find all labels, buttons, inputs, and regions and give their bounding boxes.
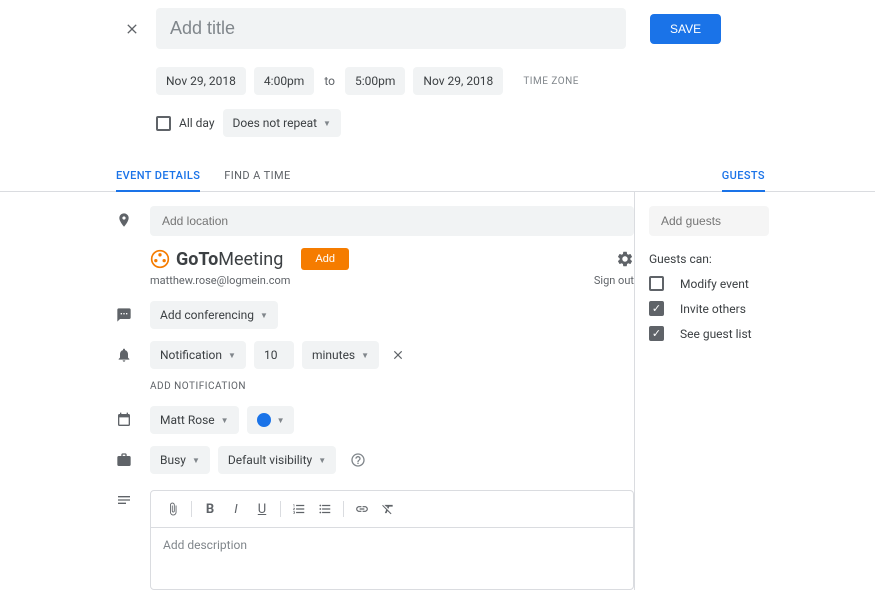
close-icon [391,348,405,362]
gotomeeting-logo: GoToMeeting [150,249,283,270]
notification-unit-label: minutes [312,348,355,362]
bold-button[interactable]: B [198,497,222,521]
allday-checkbox[interactable] [156,116,171,131]
check-icon: ✓ [652,303,661,314]
gtm-brand-suffix: Meeting [218,249,283,270]
repeat-dropdown[interactable]: Does not repeat ▼ [223,109,341,137]
visibility-dropdown[interactable]: Default visibility ▼ [218,446,336,474]
availability-dropdown[interactable]: Busy ▼ [150,446,210,474]
conferencing-label: Add conferencing [160,308,254,322]
gotomeeting-add-button[interactable]: Add [301,248,349,270]
calendar-owner-dropdown[interactable]: Matt Rose ▼ [150,406,239,434]
add-guests-input[interactable] [649,206,769,236]
calendar-owner-label: Matt Rose [160,413,215,427]
tab-find-time[interactable]: FIND A TIME [224,161,290,191]
chevron-down-icon: ▼ [318,456,326,465]
gear-icon[interactable] [616,250,634,268]
notification-remove-button[interactable] [391,348,405,362]
add-notification-link[interactable]: ADD NOTIFICATION [116,381,634,392]
notification-value-input[interactable]: 10 [254,341,294,369]
chevron-down-icon: ▼ [192,456,200,465]
chevron-down-icon: ▼ [221,416,229,425]
link-icon [355,502,369,516]
check-icon: ✓ [652,328,661,339]
tab-event-details[interactable]: EVENT DETAILS [116,161,200,192]
description-textarea[interactable]: Add description [151,528,633,562]
chevron-down-icon: ▼ [277,416,285,425]
paperclip-icon [166,502,180,516]
invite-others-label: Invite others [680,302,746,316]
close-icon [124,21,140,37]
chevron-down-icon: ▼ [323,119,331,128]
help-icon[interactable] [350,452,366,468]
underline-button[interactable]: U [250,497,274,521]
description-icon [116,486,150,508]
gotomeeting-email: matthew.rose@logmein.com [150,274,290,287]
modify-event-checkbox[interactable] [649,276,664,291]
title-input[interactable] [156,8,626,49]
timezone-link[interactable]: TIME ZONE [523,76,579,87]
start-date-picker[interactable]: Nov 29, 2018 [156,67,246,95]
save-button[interactable]: SAVE [650,14,721,44]
clear-format-icon [381,502,395,516]
location-icon [116,206,150,228]
conferencing-dropdown[interactable]: Add conferencing ▼ [150,301,278,329]
visibility-label: Default visibility [228,453,312,467]
allday-label: All day [179,116,215,130]
briefcase-icon [116,446,150,468]
bullet-list-button[interactable] [313,497,337,521]
guests-can-label: Guests can: [649,252,874,266]
chevron-down-icon: ▼ [260,311,268,320]
end-time-picker[interactable]: 5:00pm [345,67,405,95]
color-dot [257,413,271,427]
numbered-list-button[interactable] [287,497,311,521]
gotomeeting-icon [150,249,170,269]
to-label: to [322,74,337,88]
notification-icon [116,341,150,363]
italic-button[interactable]: I [224,497,248,521]
notification-type-dropdown[interactable]: Notification ▼ [150,341,246,369]
gtm-brand-prefix: GoTo [176,249,218,270]
attach-button[interactable] [161,497,185,521]
calendar-icon [116,406,150,428]
list-bulleted-icon [318,502,332,516]
modify-event-label: Modify event [680,277,749,291]
list-numbered-icon [292,502,306,516]
calendar-color-dropdown[interactable]: ▼ [247,406,295,434]
notification-unit-dropdown[interactable]: minutes ▼ [302,341,379,369]
description-editor[interactable]: B I U Add description [150,490,634,590]
location-input[interactable] [150,206,634,236]
see-guest-list-checkbox[interactable]: ✓ [649,326,664,341]
chevron-down-icon: ▼ [361,351,369,360]
end-date-picker[interactable]: Nov 29, 2018 [413,67,503,95]
see-guest-list-label: See guest list [680,327,752,341]
repeat-label: Does not repeat [233,116,318,130]
invite-others-checkbox[interactable]: ✓ [649,301,664,316]
availability-label: Busy [160,453,186,467]
link-button[interactable] [350,497,374,521]
tab-guests[interactable]: GUESTS [722,161,765,192]
chevron-down-icon: ▼ [228,351,236,360]
clear-format-button[interactable] [376,497,400,521]
notification-type-label: Notification [160,348,222,362]
signout-link[interactable]: Sign out [594,274,634,287]
close-button[interactable] [108,21,156,37]
conferencing-icon [116,301,150,323]
start-time-picker[interactable]: 4:00pm [254,67,314,95]
